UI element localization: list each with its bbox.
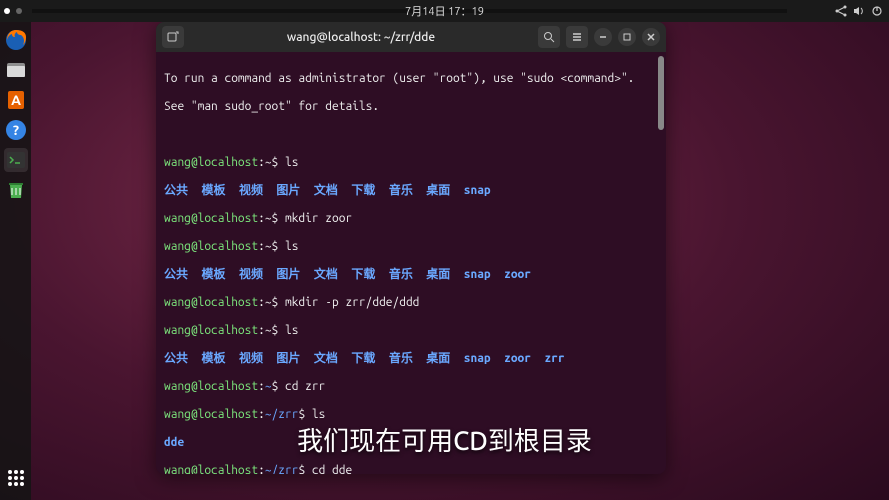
minimize-button[interactable] <box>594 28 612 46</box>
power-icon[interactable] <box>871 5 883 17</box>
search-button[interactable] <box>538 26 560 48</box>
network-icon[interactable] <box>835 5 847 17</box>
new-tab-button[interactable] <box>162 26 184 48</box>
term-line: To run a command as administrator (user … <box>164 72 658 86</box>
subtitle-caption: 我们现在可用CD到根目录 <box>297 421 592 458</box>
dock-firefox[interactable] <box>4 28 28 52</box>
term-line: wang@localhost:~/zrr$ cd dde <box>164 464 658 474</box>
term-line: wang@localhost:~$ ls <box>164 324 658 338</box>
terminal-titlebar[interactable]: wang@localhost: ~/zrr/dde <box>156 22 666 52</box>
svg-text:A: A <box>11 92 21 108</box>
term-line: wang@localhost:~$ mkdir -p zrr/dde/ddd <box>164 296 658 310</box>
term-line: wang@localhost:~$ cd zrr <box>164 380 658 394</box>
term-line: 公共 模板 视频 图片 文档 下载 音乐 桌面 snap <box>164 184 658 198</box>
term-line: wang@localhost:~/zrr$ ls <box>164 408 658 422</box>
term-line <box>164 128 658 142</box>
dock: A ? <box>0 22 31 500</box>
svg-text:?: ? <box>12 122 18 138</box>
maximize-button[interactable] <box>618 28 636 46</box>
dock-help[interactable]: ? <box>4 118 28 142</box>
term-line: wang@localhost:~$ mkdir zoor <box>164 212 658 226</box>
close-button[interactable] <box>642 28 660 46</box>
activities-corner[interactable] <box>0 8 787 14</box>
clock[interactable]: 7月14日 17：19 <box>405 3 484 19</box>
terminal-title: wang@localhost: ~/zrr/dde <box>190 31 532 44</box>
dock-files[interactable] <box>4 58 28 82</box>
menu-button[interactable] <box>566 26 588 48</box>
term-line: 公共 模板 视频 图片 文档 下载 音乐 桌面 snap zoor zrr <box>164 352 658 366</box>
term-line: wang@localhost:~$ ls <box>164 240 658 254</box>
system-tray[interactable] <box>835 5 883 17</box>
dock-software[interactable]: A <box>4 88 28 112</box>
scrollbar-thumb[interactable] <box>658 56 664 130</box>
term-line: See "man sudo_root" for details. <box>164 100 658 114</box>
terminal-body[interactable]: To run a command as administrator (user … <box>156 52 666 474</box>
term-line: wang@localhost:~$ ls <box>164 156 658 170</box>
dock-apps[interactable] <box>4 466 28 490</box>
dock-trash[interactable] <box>4 178 28 202</box>
terminal-window: wang@localhost: ~/zrr/dde To run a comma… <box>156 22 666 474</box>
top-bar: 7月14日 17：19 <box>0 0 889 22</box>
volume-icon[interactable] <box>853 5 865 17</box>
term-line: 公共 模板 视频 图片 文档 下载 音乐 桌面 snap zoor <box>164 268 658 282</box>
dock-terminal[interactable] <box>4 148 28 172</box>
